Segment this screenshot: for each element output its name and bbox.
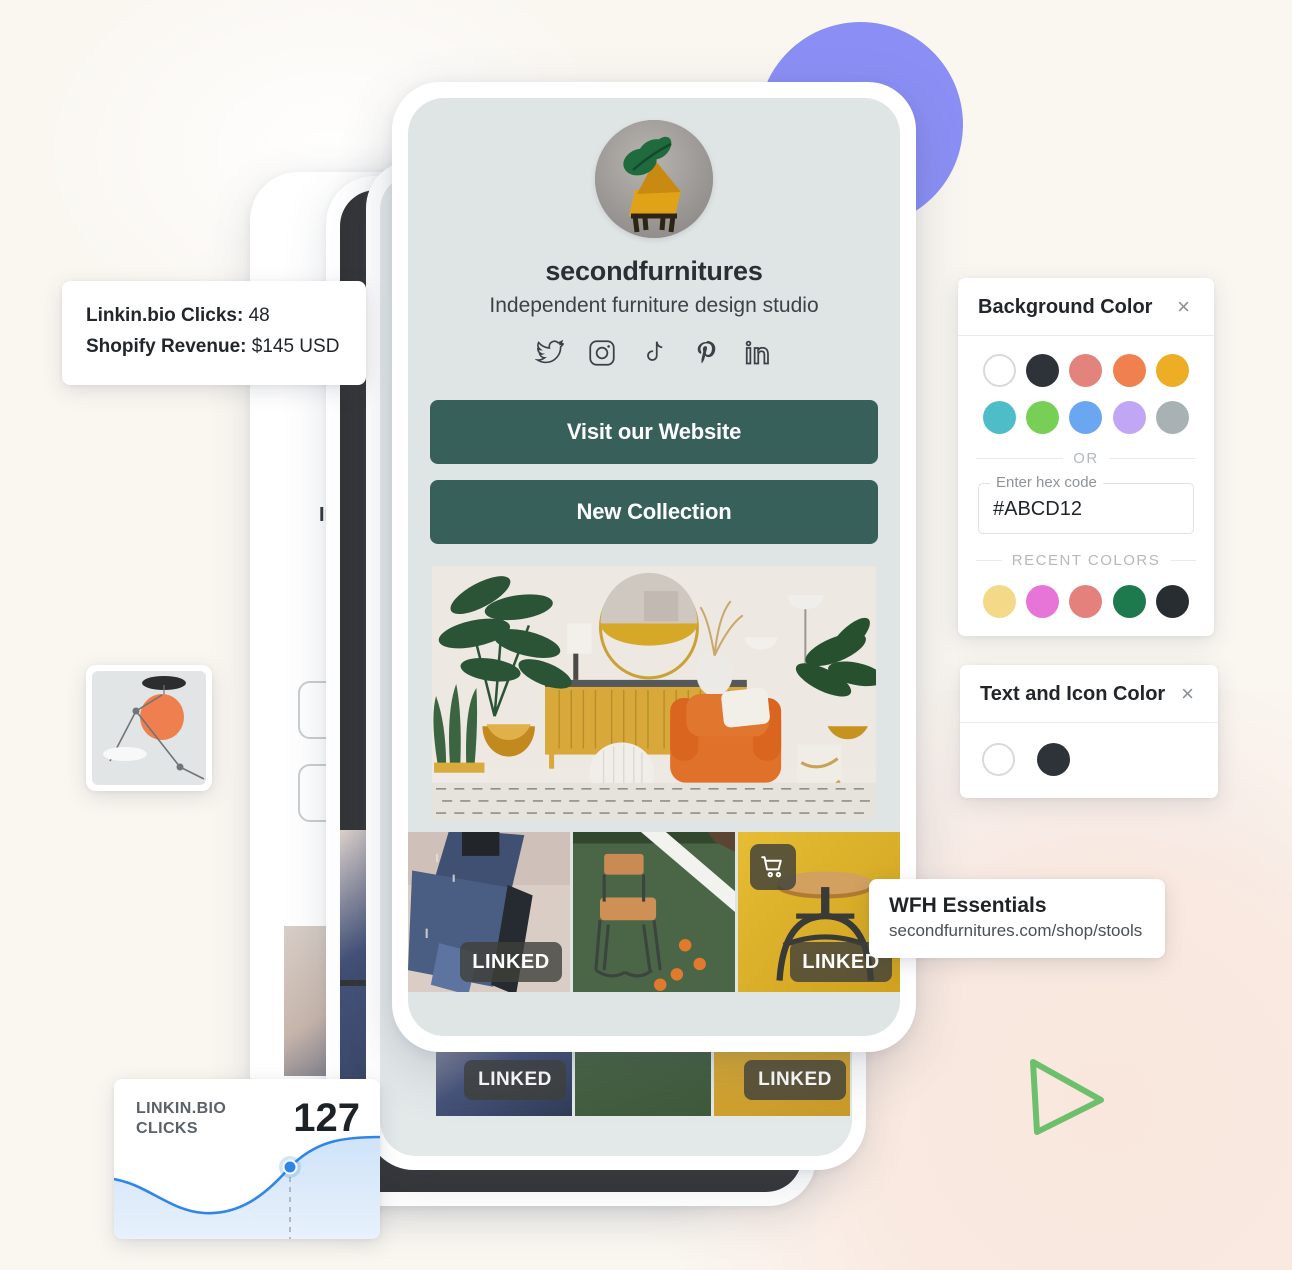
swatch-blue[interactable] bbox=[1069, 401, 1103, 434]
background-color-panel-header: Background Color × bbox=[958, 278, 1214, 336]
swatch-yellow[interactable] bbox=[1155, 354, 1189, 387]
revenue-stat-line: Shopify Revenue: $145 USD bbox=[86, 332, 342, 363]
text-color-panel-header: Text and Icon Color × bbox=[960, 665, 1218, 723]
text-color-panel-title: Text and Icon Color bbox=[980, 682, 1166, 705]
hex-code-legend: Enter hex code bbox=[990, 474, 1103, 491]
profile-header: secondfurnitures Independent furniture d… bbox=[408, 98, 900, 378]
linkinbio-page: secondfurnitures Independent furniture d… bbox=[408, 98, 900, 1036]
green-triangle-icon bbox=[1030, 1059, 1104, 1135]
text-color-swatch-row bbox=[960, 723, 1218, 798]
grid-item-1[interactable]: LINKED bbox=[408, 832, 570, 992]
recent-colors-divider: RECENT COLORS bbox=[958, 552, 1214, 569]
swatch-green[interactable] bbox=[1026, 401, 1060, 434]
background-swatch-grid bbox=[958, 336, 1214, 450]
recent-colors-grid bbox=[958, 569, 1214, 636]
swatch-salmon[interactable] bbox=[1069, 354, 1103, 387]
revenue-stat-label: Shopify Revenue: bbox=[86, 335, 247, 357]
phone-mockup-front: secondfurnitures Independent furniture d… bbox=[392, 82, 916, 1052]
hero-post-image[interactable] bbox=[432, 566, 876, 820]
recent-swatch-black[interactable] bbox=[1155, 585, 1189, 618]
text-swatch-black[interactable] bbox=[1037, 743, 1070, 776]
linked-post-grid: LINKED LINKED bbox=[408, 832, 900, 992]
hex-code-input[interactable] bbox=[993, 498, 1179, 521]
tiktok-icon[interactable] bbox=[639, 338, 669, 368]
swatch-white[interactable] bbox=[983, 354, 1017, 387]
swatch-black[interactable] bbox=[1026, 354, 1060, 387]
link-tooltip-card: WFH Essentials secondfurnitures.com/shop… bbox=[869, 879, 1165, 958]
link-url: secondfurnitures.com/shop/stools bbox=[889, 921, 1143, 940]
recent-swatch-pink[interactable] bbox=[1026, 585, 1060, 618]
profile-bio: Independent furniture design studio bbox=[489, 294, 819, 317]
avatar bbox=[595, 120, 713, 238]
link-title: WFH Essentials bbox=[889, 894, 1047, 917]
swatch-teal[interactable] bbox=[983, 401, 1017, 434]
instagram-icon[interactable] bbox=[587, 338, 617, 368]
profile-handle: secondfurnitures bbox=[545, 256, 763, 286]
recent-swatch-green[interactable] bbox=[1112, 585, 1146, 618]
social-links bbox=[434, 338, 874, 368]
or-divider: OR bbox=[958, 450, 1214, 467]
revenue-stat-value: $145 USD bbox=[251, 335, 340, 357]
recent-swatch-coral[interactable] bbox=[1069, 585, 1103, 618]
background-color-panel-title: Background Color bbox=[978, 295, 1153, 318]
clicks-stat-line: Linkin.bio Clicks: 48 bbox=[86, 301, 342, 332]
pinterest-icon[interactable] bbox=[691, 338, 721, 368]
twitter-icon[interactable] bbox=[535, 338, 565, 368]
close-icon[interactable]: × bbox=[1173, 294, 1194, 320]
linkinbio-clicks-card: LINKIN.BIO CLICKS 127 bbox=[114, 1079, 380, 1239]
clicks-stat-label: Linkin.bio Clicks: bbox=[86, 305, 244, 326]
swatch-orange[interactable] bbox=[1112, 354, 1146, 387]
linked-badge: LINKED bbox=[744, 1060, 846, 1100]
recent-swatch-sand[interactable] bbox=[983, 585, 1017, 618]
hex-code-field[interactable]: Enter hex code bbox=[978, 474, 1194, 534]
swatch-purple[interactable] bbox=[1112, 401, 1146, 434]
cart-icon[interactable] bbox=[750, 844, 796, 890]
cta-buttons: Visit our Website New Collection bbox=[408, 400, 900, 544]
close-icon[interactable]: × bbox=[1177, 681, 1198, 707]
text-swatch-white[interactable] bbox=[982, 743, 1015, 776]
grid-item-2[interactable] bbox=[573, 832, 735, 992]
background-color-panel: Background Color × OR Enter hex code REC… bbox=[958, 278, 1214, 636]
linkedin-icon[interactable] bbox=[743, 338, 773, 368]
visit-website-button[interactable]: Visit our Website bbox=[430, 400, 878, 464]
product-thumbnail-card[interactable] bbox=[86, 665, 212, 791]
product-thumbnail-image bbox=[92, 671, 206, 785]
swatch-grey[interactable] bbox=[1155, 401, 1189, 434]
clicks-stat-value: 48 bbox=[248, 305, 270, 326]
stats-card: Linkin.bio Clicks: 48 Shopify Revenue: $… bbox=[62, 281, 366, 385]
linked-badge: LINKED bbox=[460, 942, 562, 982]
clicks-card-header: LINKIN.BIO CLICKS 127 bbox=[114, 1079, 380, 1139]
screenshot-canvas: In In LINKED bbox=[0, 0, 1292, 1270]
new-collection-button[interactable]: New Collection bbox=[430, 480, 878, 544]
clicks-label-line-1: LINKIN.BIO bbox=[136, 1100, 227, 1117]
linked-badge: LINKED bbox=[464, 1060, 566, 1100]
text-and-icon-color-panel: Text and Icon Color × bbox=[960, 665, 1218, 798]
clicks-sparkline-chart bbox=[114, 1135, 380, 1239]
